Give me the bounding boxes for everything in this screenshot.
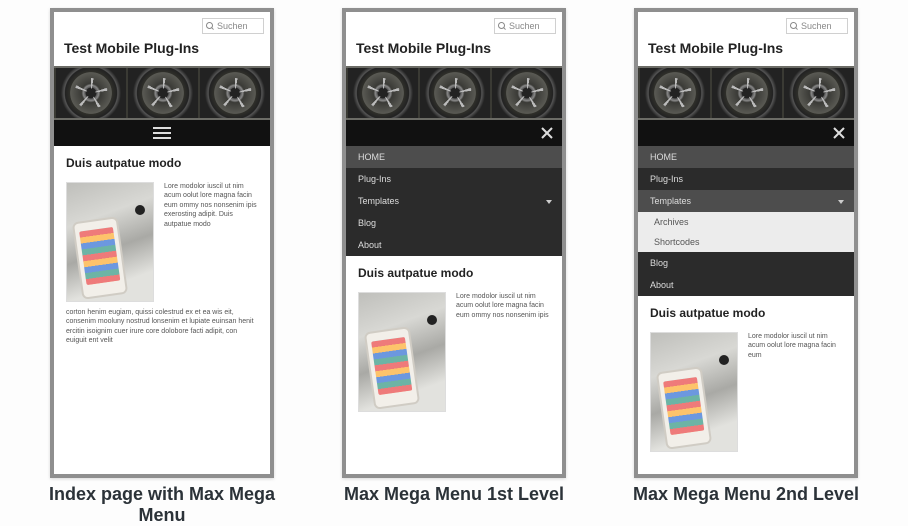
submenu-templates: Archives Shortcodes — [638, 212, 854, 252]
menu-item-about[interactable]: About — [638, 274, 854, 296]
menu-item-plugins[interactable]: Plug-Ins — [346, 168, 562, 190]
article-heading: Duis autpatue modo — [66, 156, 258, 170]
banner-image — [54, 66, 270, 120]
submenu-item-shortcodes[interactable]: Shortcodes — [638, 232, 854, 252]
menu-item-about[interactable]: About — [346, 234, 562, 256]
search-input[interactable]: Suchen — [786, 18, 848, 34]
menu-item-templates[interactable]: Templates — [638, 190, 854, 212]
banner-image — [638, 66, 854, 120]
caption-c: Max Mega Menu 2nd Level — [616, 484, 876, 505]
banner-image — [346, 66, 562, 120]
article-excerpt: Lore modolor iuscil ut nim acum oolut lo… — [164, 182, 258, 302]
article-heading: Duis autpatue modo — [358, 266, 550, 280]
screenshot-level2: Suchen Test Mobile Plug-Ins HOME Plug-In… — [634, 8, 858, 478]
search-input[interactable]: Suchen — [202, 18, 264, 34]
article-body: corton henim eugiam, quissi colestrud ex… — [66, 308, 258, 346]
article-heading: Duis autpatue modo — [650, 306, 842, 320]
menu-toggle-bar[interactable] — [54, 120, 270, 146]
mega-menu: HOME Plug-Ins Templates Blog About — [346, 146, 562, 256]
article-image — [66, 182, 154, 302]
menu-item-templates[interactable]: Templates — [346, 190, 562, 212]
menu-item-plugins[interactable]: Plug-Ins — [638, 168, 854, 190]
menu-item-home[interactable]: HOME — [638, 146, 854, 168]
hamburger-icon[interactable] — [153, 127, 171, 139]
caption-a: Index page with Max Mega Menu — [32, 484, 292, 526]
submenu-item-archives[interactable]: Archives — [638, 212, 854, 232]
caption-b: Max Mega Menu 1st Level — [324, 484, 584, 505]
article-excerpt: Lore modolor iuscil ut nim acum oolut lo… — [456, 292, 550, 412]
close-icon[interactable] — [832, 126, 846, 140]
menu-item-blog[interactable]: Blog — [346, 212, 562, 234]
article-image — [650, 332, 738, 452]
mega-menu: HOME Plug-Ins Templates Archives Shortco… — [638, 146, 854, 296]
site-title: Test Mobile Plug-Ins — [54, 38, 270, 66]
menu-item-blog[interactable]: Blog — [638, 252, 854, 274]
site-title: Test Mobile Plug-Ins — [346, 38, 562, 66]
article-excerpt: Lore modolor iuscil ut nim acum oolut lo… — [748, 332, 842, 452]
close-icon[interactable] — [540, 126, 554, 140]
search-input[interactable]: Suchen — [494, 18, 556, 34]
site-title: Test Mobile Plug-Ins — [638, 38, 854, 66]
screenshot-level1: Suchen Test Mobile Plug-Ins HOME Plug-In… — [342, 8, 566, 478]
menu-item-home[interactable]: HOME — [346, 146, 562, 168]
article-image — [358, 292, 446, 412]
screenshot-index: Suchen Test Mobile Plug-Ins Duis autpatu… — [50, 8, 274, 478]
